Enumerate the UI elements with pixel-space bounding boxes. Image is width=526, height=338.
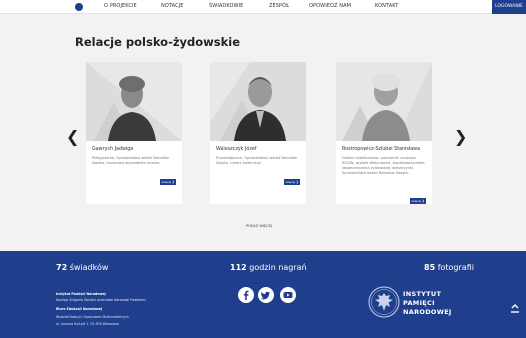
page: O PROJEKCIE NOTACJE ŚWIADKOWIE ZESPÓŁ OP…	[0, 0, 526, 338]
section-title: Relacje polsko-żydowskie	[75, 35, 241, 49]
nav-item-notacje[interactable]: NOTACJE	[161, 3, 184, 9]
stat-photos: 85 fotografii	[424, 263, 474, 272]
stat-number: 112	[230, 263, 247, 272]
footer-office-sub: Wydział Notacji i Opracowań Multimedialn…	[56, 315, 129, 319]
nav-item-opowiedz-nam[interactable]: OPOWIEDZ NAM	[309, 3, 351, 9]
nav-item-zespol[interactable]: ZESPÓŁ	[269, 3, 289, 9]
stat-number: 85	[424, 263, 436, 272]
footer-address: ul. Janusza Kurtyki 1, 02-676 Warszawa	[56, 322, 119, 326]
login-button[interactable]: LOGOWANIE	[492, 0, 526, 14]
stat-witnesses: 72 świadków	[56, 263, 108, 272]
show-more-link[interactable]: POKAŻ WIĘCEJ	[246, 224, 272, 228]
witness-description: Przedsiębiorca, Sprawiedliwy wśród Narod…	[216, 156, 297, 165]
witness-description: Doktor habilitowana, pracownik naukowy S…	[342, 156, 425, 175]
witness-name: Rostropowicz-Szlubel Stanisława	[342, 147, 421, 152]
footer-office-name: Biuro Edukacji Narodowej	[56, 307, 103, 311]
twitter-icon[interactable]	[258, 287, 274, 303]
nav-item-kontakt[interactable]: KONTAKT	[375, 3, 398, 9]
scroll-to-top-icon[interactable]	[510, 300, 520, 319]
logo-icon[interactable]	[75, 3, 83, 11]
ipn-name-line: NARODOWEJ	[403, 308, 452, 316]
youtube-icon[interactable]	[280, 287, 296, 303]
witness-description: Pielęgniarka, Sprawiedliwa wśród Narodów…	[92, 156, 169, 165]
more-button[interactable]: więcej ❯	[160, 179, 176, 185]
footer-org-name: Instytut Pamięci Narodowej	[56, 292, 106, 296]
more-button[interactable]: więcej ❯	[410, 198, 426, 204]
nav-item-o-projekcie[interactable]: O PROJEKCIE	[104, 3, 137, 9]
stat-hours: 112 godzin nagrań	[230, 263, 307, 272]
ipn-name-line: INSTYTUT	[403, 290, 442, 298]
carousel-prev-icon[interactable]: ❮	[66, 127, 79, 146]
witness-card[interactable]: Waleszczyk Józef Przedsiębiorca, Sprawie…	[210, 62, 306, 204]
stat-number: 72	[56, 263, 68, 272]
stat-label: godzin nagrań	[249, 263, 307, 272]
witness-name: Waleszczyk Józef	[216, 147, 257, 152]
stat-label: świadków	[69, 263, 109, 272]
stat-label: fotografii	[437, 263, 474, 272]
witness-photo	[336, 62, 432, 141]
more-button[interactable]: więcej ❯	[284, 179, 300, 185]
witness-photo	[210, 62, 306, 141]
nav-item-swiadkowie[interactable]: ŚWIADKOWIE	[209, 3, 243, 9]
top-navigation: O PROJEKCIE NOTACJE ŚWIADKOWIE ZESPÓŁ OP…	[0, 0, 526, 14]
carousel-next-icon[interactable]: ❯	[454, 127, 467, 146]
witness-card[interactable]: Rostropowicz-Szlubel Stanisława Doktor h…	[336, 62, 432, 204]
ipn-name-line: PAMIĘCI	[403, 299, 435, 307]
witness-photo	[86, 62, 182, 141]
witness-card[interactable]: Gawrych Jadwiga Pielęgniarka, Sprawiedli…	[86, 62, 182, 204]
witness-name: Gawrych Jadwiga	[92, 147, 134, 152]
facebook-icon[interactable]	[238, 287, 254, 303]
ipn-eagle-logo-icon	[368, 286, 400, 322]
footer-org-sub: Komisja Ścigania Zbrodni przeciwko Narod…	[56, 298, 147, 302]
